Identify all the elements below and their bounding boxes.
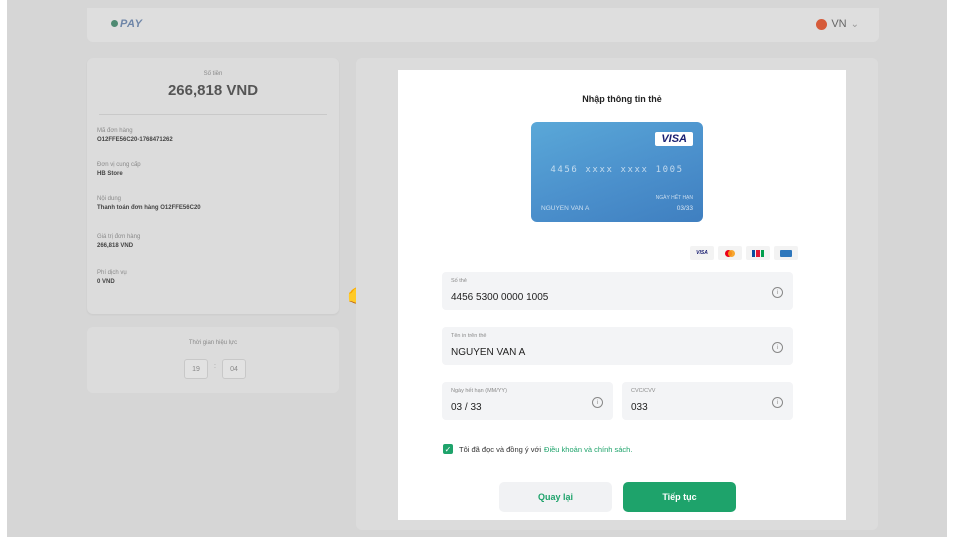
modal-title: Nhập thông tin thẻ [582,94,662,104]
logo-pin-icon [111,20,118,27]
cvc-input[interactable]: 033 [631,402,648,413]
cvc-field[interactable]: CVC/CVV 033 i [622,382,793,420]
terms-text: Tôi đã đọc và đồng ý với [459,444,542,454]
timer-minutes: 19 [184,359,208,379]
timer-separator: : [214,363,216,370]
content-label: Nội dung [97,196,122,202]
terms-agreement: ✓ Tôi đã đọc và đồng ý với Điều khoản và… [443,444,632,454]
card-name-label: Tên in trên thẻ [451,333,487,339]
vietnam-flag-icon [816,18,828,30]
card-number-label: Số thẻ [451,278,467,284]
mastercard-brand-icon [718,246,742,260]
timer-seconds: 04 [222,359,246,379]
order-value-value: 266,818 VND [97,243,134,249]
language-code: VN [831,18,847,30]
cvc-label: CVC/CVV [631,388,656,394]
terms-checkbox[interactable]: ✓ [443,444,453,454]
continue-button[interactable]: Tiếp tục [623,482,736,512]
content-value: Thanh toán đơn hàng O12FFE56C20 [97,205,201,211]
order-id-info: Mã đơn hàng O12FFE56C20-1768471262 [97,128,173,143]
order-id-label: Mã đơn hàng [97,128,133,134]
content-info: Nội dung Thanh toán đơn hàng O12FFE56C20 [97,196,201,211]
amex-brand-icon [774,246,798,260]
visa-logo-icon: VISA [655,132,693,146]
terms-link[interactable]: Điều khoản và chính sách. [544,445,632,454]
expiry-field[interactable]: Ngày hết hạn (MM/YY) 03 / 33 i [442,382,613,420]
summary-divider [99,114,327,115]
amount-value: 266,818 VND [167,82,259,99]
back-button[interactable]: Quay lại [499,482,612,512]
validity-timer-panel: Thời gian hiệu lực 19 : 04 [87,327,339,393]
chevron-down-icon: ⌄ [850,18,859,30]
language-selector[interactable]: VN ⌄ [816,18,859,30]
card-number-input[interactable]: 4456 5300 0000 1005 [451,292,548,303]
card-preview: VISA 4456 xxxx xxxx 1005 NGÀY HẾT HẠN NG… [531,122,703,222]
card-name-info-icon[interactable]: i [772,342,783,353]
timer-label: Thời gian hiệu lực [188,340,238,346]
expiry-label: Ngày hết hạn (MM/YY) [451,388,507,394]
card-number-info-icon[interactable]: i [772,287,783,298]
card-preview-expiry-label: NGÀY HẾT HẠN [655,195,693,201]
provider-value: HB Store [97,171,123,177]
accepted-card-brands: VISA [690,246,798,260]
jcb-brand-icon [746,246,770,260]
service-fee-label: Phí dịch vụ [97,270,127,276]
card-number-field[interactable]: Số thẻ 4456 5300 0000 1005 i [442,272,793,310]
visa-brand-icon: VISA [690,246,714,260]
provider-label: Đơn vị cung cấp [97,162,141,168]
logo-text: PAY [120,18,143,30]
card-preview-number: 4456 xxxx xxxx 1005 [550,165,684,175]
service-fee-info: Phí dịch vụ 0 VND [97,270,127,285]
order-id-value: O12FFE56C20-1768471262 [97,137,173,143]
cvc-info-icon[interactable]: i [772,397,783,408]
expiry-input[interactable]: 03 / 33 [451,402,482,413]
card-name-field[interactable]: Tên in trên thẻ NGUYEN VAN A i [442,327,793,365]
card-preview-holder: NGUYEN VAN A [541,205,590,212]
order-value-label: Giá trị đơn hàng [97,234,141,240]
expiry-info-icon[interactable]: i [592,397,603,408]
header-bar: PAY VN ⌄ [87,8,879,42]
brand-logo: PAY [111,18,143,30]
card-preview-expiry: 03/33 [676,205,693,212]
order-summary-panel: Số tiền 266,818 VND Mã đơn hàng O12FFE56… [87,58,339,314]
provider-info: Đơn vị cung cấp HB Store [97,162,141,177]
service-fee-value: 0 VND [97,279,115,285]
order-value-info: Giá trị đơn hàng 266,818 VND [97,234,140,249]
card-entry-modal: Nhập thông tin thẻ VISA 4456 xxxx xxxx 1… [398,70,846,520]
card-name-input[interactable]: NGUYEN VAN A [451,347,525,358]
amount-label: Số tiền [203,71,223,77]
